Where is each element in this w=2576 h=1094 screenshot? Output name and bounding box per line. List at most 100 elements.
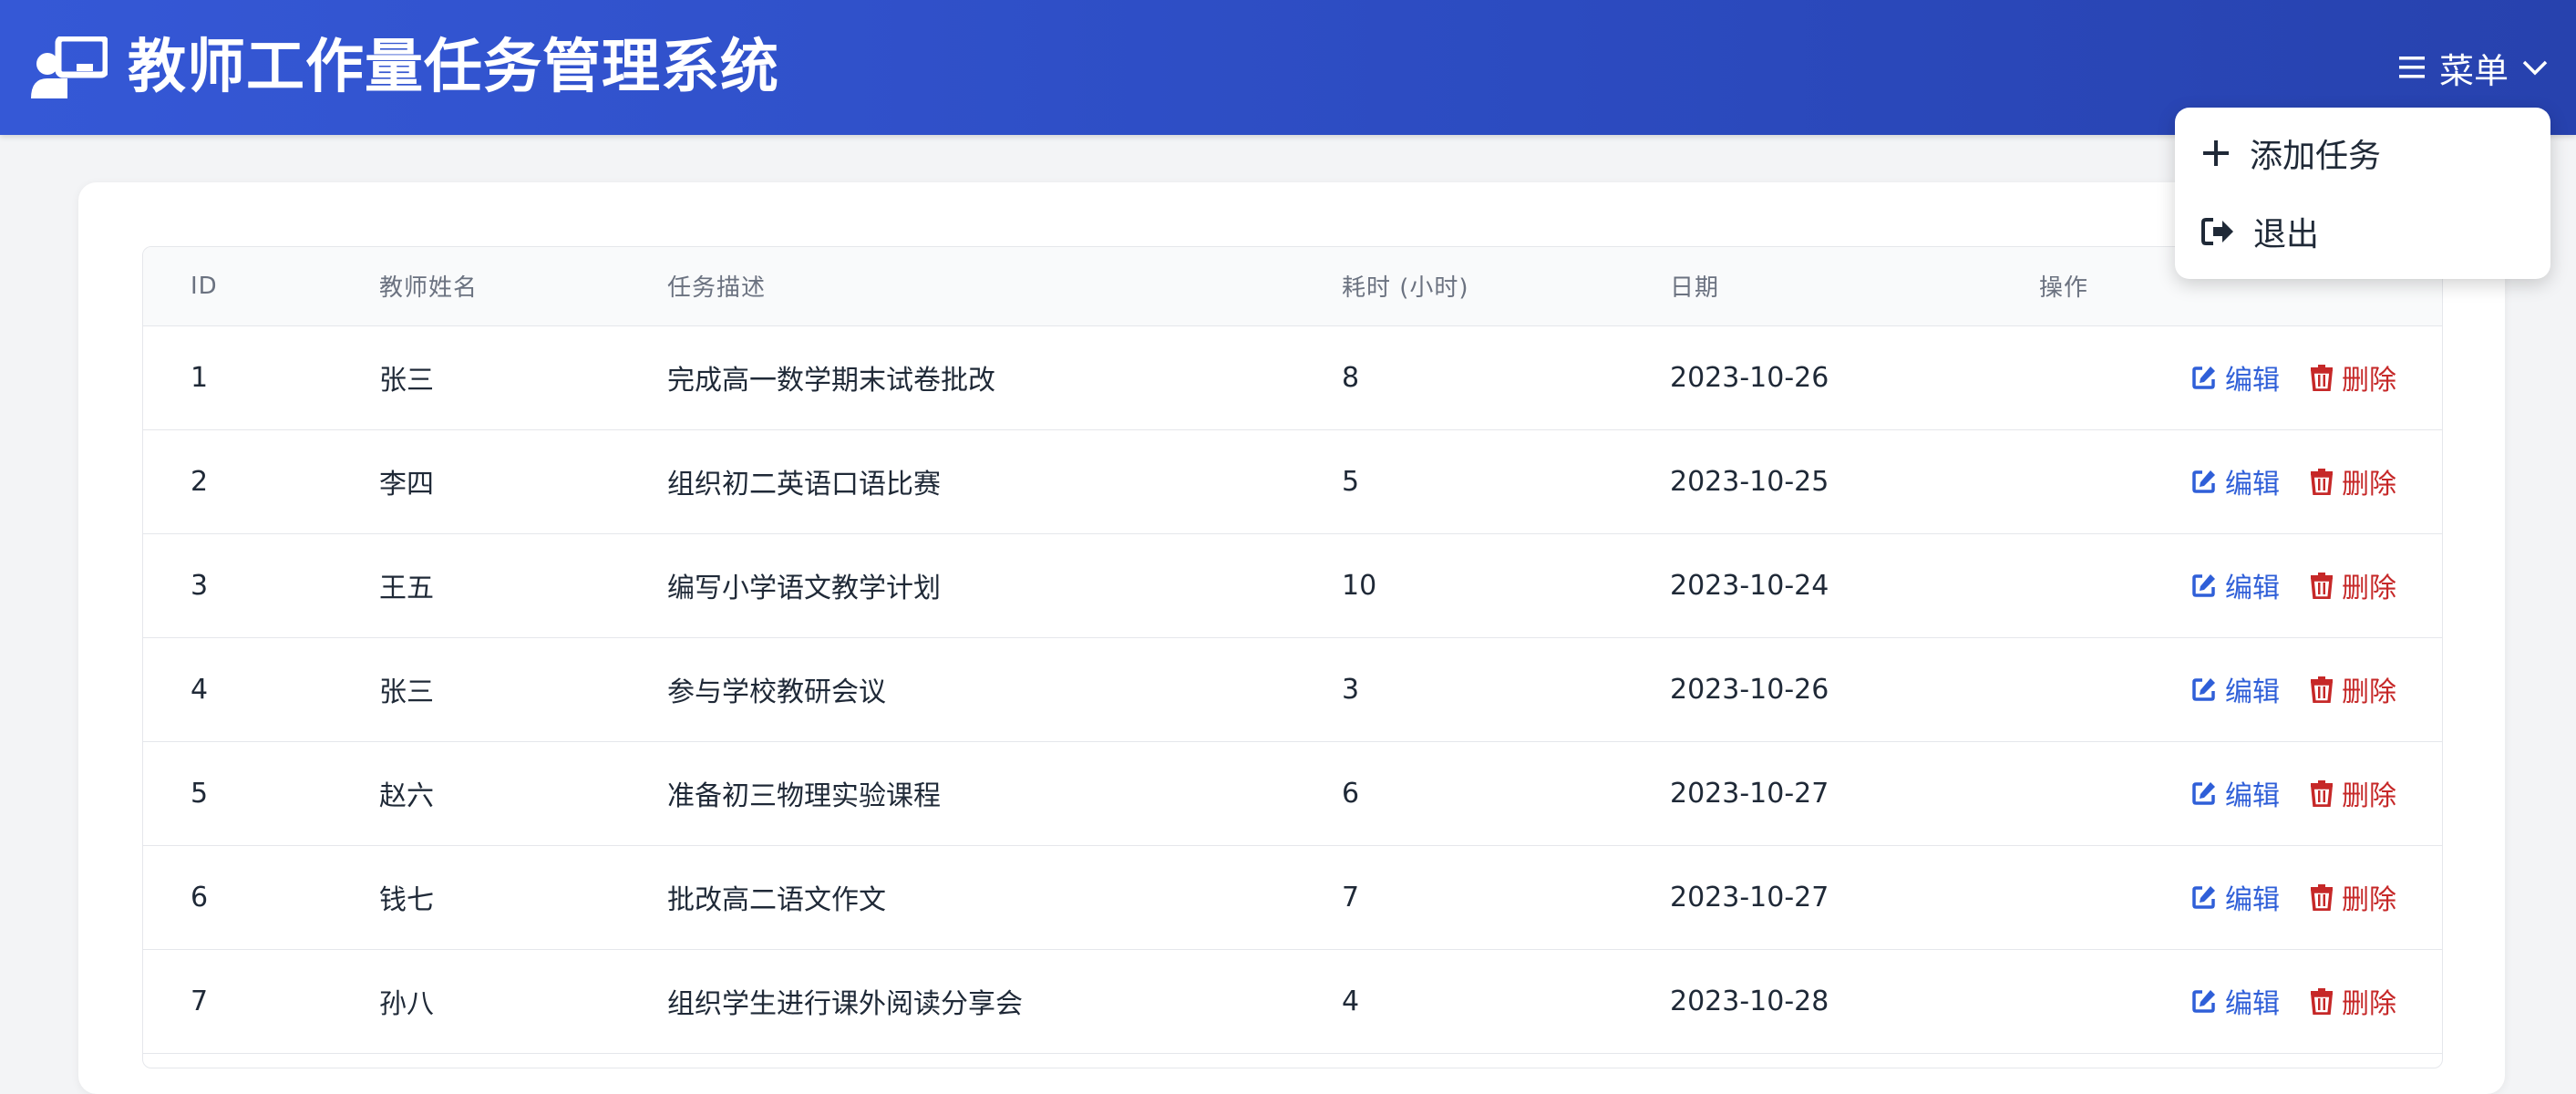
plus-icon — [2203, 140, 2229, 166]
chalkboard-teacher-icon — [31, 36, 108, 98]
cell-description: 准备初三物理实验课程 — [667, 741, 1342, 846]
cell-hours: 3 — [1342, 637, 1670, 742]
edit-label: 编辑 — [2225, 884, 2280, 916]
page-title: 教师工作量任务管理系统 — [128, 34, 779, 101]
cell-date: 2023-10-27 — [1670, 741, 2039, 846]
edit-button[interactable]: 编辑 — [2190, 357, 2280, 397]
menu-dropdown: 添加任务 退出 — [2175, 108, 2550, 279]
cell-actions: 编辑 删除 — [2039, 533, 2442, 638]
edit-button[interactable]: 编辑 — [2190, 773, 2280, 813]
delete-button[interactable]: 删除 — [2309, 357, 2396, 397]
edit-label: 编辑 — [2225, 573, 2280, 604]
edit-label: 编辑 — [2225, 676, 2280, 708]
column-header-teacher: 教师姓名 — [379, 247, 667, 326]
cell-date: 2023-10-24 — [1670, 533, 2039, 638]
cell-date: 2023-10-26 — [1670, 325, 2039, 430]
edit-icon — [2192, 990, 2215, 1013]
cell-teacher: 李四 — [379, 429, 667, 534]
delete-button[interactable]: 删除 — [2309, 877, 2396, 917]
delete-label: 删除 — [2342, 988, 2396, 1020]
edit-icon — [2192, 886, 2215, 909]
table-row: 1 张三 完成高一数学期末试卷批改 8 2023-10-26 编辑 删除 — [143, 325, 2442, 430]
menu-item-label: 退出 — [2253, 216, 2320, 253]
edit-button[interactable]: 编辑 — [2190, 877, 2280, 917]
cell-id: 7 — [143, 949, 379, 1054]
cell-teacher: 王五 — [379, 533, 667, 638]
menu-label: 菜单 — [2438, 50, 2509, 91]
edit-label: 编辑 — [2225, 988, 2280, 1020]
cell-date: 2023-10-27 — [1670, 845, 2039, 950]
delete-label: 删除 — [2342, 676, 2396, 708]
edit-icon — [2192, 782, 2215, 805]
cell-actions: 编辑 删除 — [2039, 949, 2442, 1054]
edit-button[interactable]: 编辑 — [2190, 461, 2280, 501]
trash-icon — [2311, 884, 2333, 911]
edit-icon — [2192, 470, 2215, 493]
table-row: 4 张三 参与学校教研会议 3 2023-10-26 编辑 删除 — [143, 637, 2442, 742]
menu-button[interactable]: 菜单 — [2397, 42, 2549, 93]
cell-hours: 8 — [1342, 325, 1670, 430]
table-row: 7 孙八 组织学生进行课外阅读分享会 4 2023-10-28 编辑 删除 — [143, 949, 2442, 1054]
cell-teacher: 张三 — [379, 325, 667, 430]
edit-label: 编辑 — [2225, 780, 2280, 812]
delete-button[interactable]: 删除 — [2309, 773, 2396, 813]
edit-icon — [2192, 678, 2215, 701]
cell-date: 2023-10-26 — [1670, 637, 2039, 742]
delete-label: 删除 — [2342, 469, 2396, 501]
delete-label: 删除 — [2342, 884, 2396, 916]
trash-icon — [2311, 573, 2333, 599]
sign-out-icon — [2201, 218, 2233, 245]
cell-hours: 6 — [1342, 741, 1670, 846]
menu-item-add-task[interactable]: 添加任务 — [2200, 126, 2381, 181]
menu-item-logout[interactable]: 退出 — [2200, 204, 2319, 259]
edit-button[interactable]: 编辑 — [2190, 669, 2280, 709]
cell-id: 3 — [143, 533, 379, 638]
menu-item-label: 添加任务 — [2250, 138, 2382, 175]
cell-actions: 编辑 删除 — [2039, 741, 2442, 846]
trash-icon — [2311, 780, 2333, 807]
cell-description: 参与学校教研会议 — [667, 637, 1342, 742]
cell-id: 5 — [143, 741, 379, 846]
cell-id: 6 — [143, 845, 379, 950]
cell-id: 1 — [143, 325, 379, 430]
cell-actions: 编辑 删除 — [2039, 845, 2442, 950]
cell-actions: 编辑 删除 — [2039, 325, 2442, 430]
edit-button[interactable]: 编辑 — [2190, 981, 2280, 1021]
column-header-description: 任务描述 — [667, 247, 1342, 326]
cell-actions: 编辑 删除 — [2039, 429, 2442, 534]
edit-icon — [2192, 574, 2215, 597]
cell-description: 完成高一数学期末试卷批改 — [667, 325, 1342, 430]
table-header-row: ID 教师姓名 任务描述 耗时 (小时) 日期 操作 — [143, 247, 2442, 326]
cell-hours: 4 — [1342, 949, 1670, 1054]
hamburger-icon — [2398, 57, 2425, 78]
cell-date: 2023-10-28 — [1670, 949, 2039, 1054]
cell-id: 4 — [143, 637, 379, 742]
delete-button[interactable]: 删除 — [2309, 461, 2396, 501]
delete-button[interactable]: 删除 — [2309, 981, 2396, 1021]
cell-id: 2 — [143, 429, 379, 534]
delete-label: 删除 — [2342, 365, 2396, 397]
cell-teacher: 孙八 — [379, 949, 667, 1054]
cell-description: 组织学生进行课外阅读分享会 — [667, 949, 1342, 1054]
trash-icon — [2311, 676, 2333, 703]
cell-teacher: 张三 — [379, 637, 667, 742]
cell-teacher: 赵六 — [379, 741, 667, 846]
trash-icon — [2311, 988, 2333, 1015]
delete-button[interactable]: 删除 — [2309, 669, 2396, 709]
cell-description: 批改高二语文作文 — [667, 845, 1342, 950]
cell-hours: 7 — [1342, 845, 1670, 950]
task-table: ID 教师姓名 任务描述 耗时 (小时) 日期 操作 1 张三 完成高一数学期末试卷… — [142, 246, 2443, 1068]
table-row: 2 李四 组织初二英语口语比赛 5 2023-10-25 编辑 删除 — [143, 429, 2442, 534]
column-header-hours: 耗时 (小时) — [1342, 247, 1670, 326]
edit-label: 编辑 — [2225, 365, 2280, 397]
cell-description: 组织初二英语口语比赛 — [667, 429, 1342, 534]
cell-teacher: 钱七 — [379, 845, 667, 950]
cell-description: 编写小学语文教学计划 — [667, 533, 1342, 638]
table-row: 6 钱七 批改高二语文作文 7 2023-10-27 编辑 删除 — [143, 845, 2442, 950]
edit-label: 编辑 — [2225, 469, 2280, 501]
cell-hours: 5 — [1342, 429, 1670, 534]
delete-label: 删除 — [2342, 780, 2396, 812]
delete-button[interactable]: 删除 — [2309, 565, 2396, 605]
edit-icon — [2192, 366, 2215, 389]
edit-button[interactable]: 编辑 — [2190, 565, 2280, 605]
